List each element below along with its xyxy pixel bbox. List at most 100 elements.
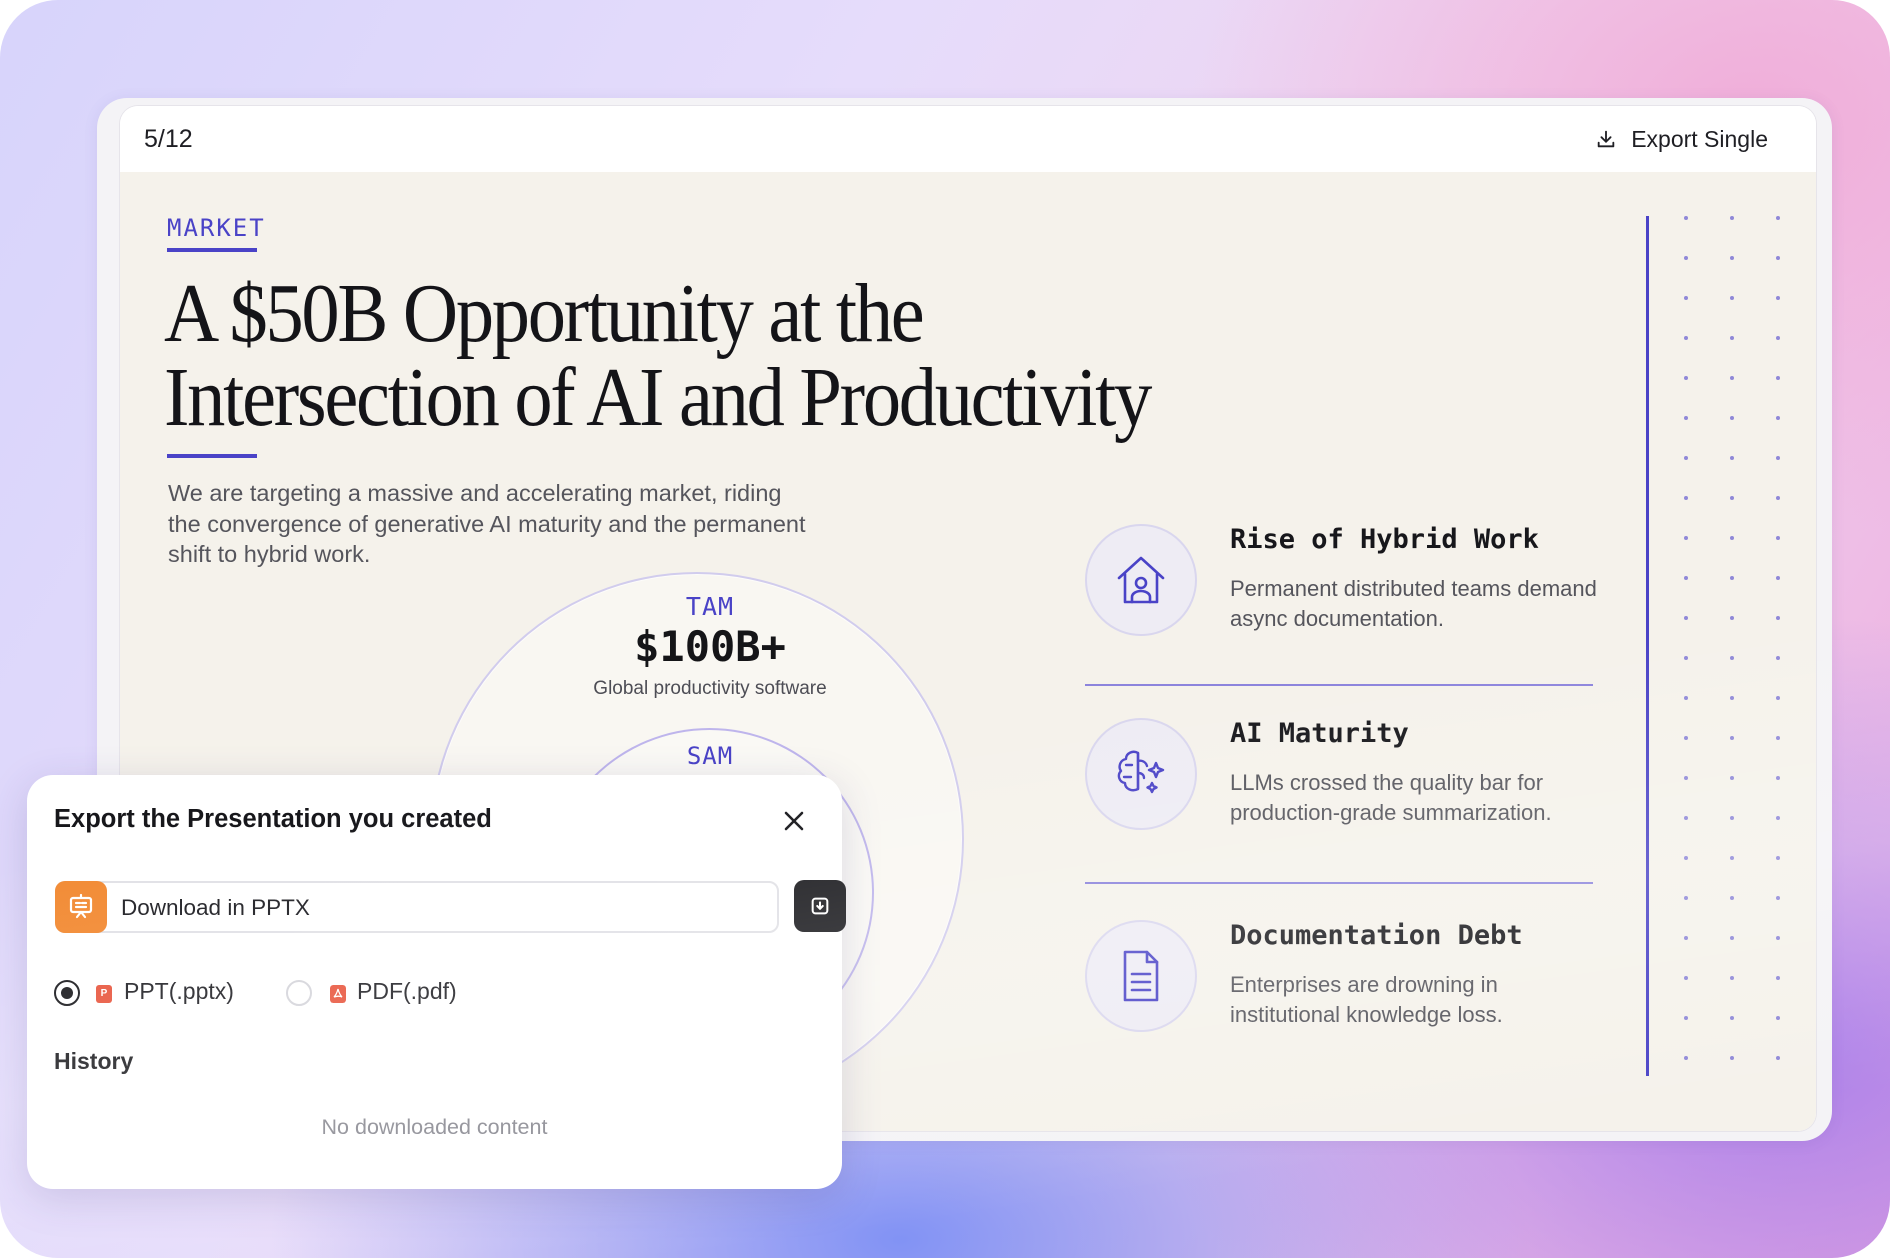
grid-dot [1776, 696, 1780, 700]
close-icon[interactable] [780, 807, 808, 835]
grid-dot [1730, 536, 1734, 540]
driver-title: Documentation Debt [1230, 920, 1523, 951]
grid-dot [1684, 696, 1688, 700]
grid-dot [1776, 1056, 1780, 1060]
download-icon [1597, 130, 1615, 148]
driver-description: Enterprises are drowning in institutiona… [1230, 972, 1503, 1027]
grid-dot [1730, 1016, 1734, 1020]
grid-dot [1684, 976, 1688, 980]
viewer-header: 5/12 Export Single [120, 106, 1816, 172]
grid-dot [1684, 376, 1688, 380]
grid-dot [1776, 736, 1780, 740]
dot-grid-decoration [1684, 216, 1780, 1060]
grid-dot [1730, 376, 1734, 380]
driver-hybrid-work: Rise of Hybrid Work Permanent distribute… [1085, 524, 1605, 654]
grid-dot [1684, 776, 1688, 780]
grid-dot [1776, 456, 1780, 460]
driver-title: Rise of Hybrid Work [1230, 524, 1539, 555]
grid-dot [1684, 896, 1688, 900]
grid-dot [1776, 896, 1780, 900]
grid-dot [1776, 296, 1780, 300]
grid-dot [1730, 336, 1734, 340]
history-empty-state: No downloaded content [321, 1115, 548, 1139]
grid-dot [1684, 816, 1688, 820]
eyebrow-underline [167, 248, 257, 252]
vertical-accent-rule [1646, 216, 1649, 1076]
driver-title: AI Maturity [1230, 718, 1409, 749]
presentation-badge-icon [55, 881, 107, 933]
history-title: History [54, 1048, 134, 1074]
download-button[interactable] [794, 880, 846, 932]
download-format-field[interactable]: Download in PPTX [55, 881, 779, 933]
dialog-title: Export the Presentation you created [54, 805, 492, 833]
pptx-file-icon: P [96, 985, 112, 1003]
home-user-icon [1085, 524, 1197, 636]
grid-dot [1776, 776, 1780, 780]
slide-eyebrow: MARKET [167, 214, 266, 242]
format-label-pdf: PDF(.pdf) [357, 978, 457, 1004]
grid-dot [1776, 256, 1780, 260]
grid-dot [1776, 1016, 1780, 1020]
grid-dot [1684, 256, 1688, 260]
driver-description: Permanent distributed teams demand async… [1230, 576, 1597, 631]
slide-lede: We are targeting a massive and accelerat… [168, 480, 806, 567]
grid-dot [1730, 616, 1734, 620]
grid-dot [1730, 576, 1734, 580]
grid-dot [1684, 336, 1688, 340]
grid-dot [1730, 936, 1734, 940]
grid-dot [1776, 496, 1780, 500]
grid-dot [1730, 256, 1734, 260]
grid-dot [1730, 496, 1734, 500]
tam-description: Global productivity software [593, 678, 827, 699]
grid-dot [1776, 576, 1780, 580]
grid-dot [1730, 1056, 1734, 1060]
grid-dot [1776, 816, 1780, 820]
grid-dot [1776, 976, 1780, 980]
grid-dot [1684, 656, 1688, 660]
grid-dot [1730, 216, 1734, 220]
grid-dot [1730, 976, 1734, 980]
grid-dot [1730, 776, 1734, 780]
grid-dot [1684, 576, 1688, 580]
desktop-background: 5/12 Export Single MARKET A $50B Opportu… [0, 0, 1890, 1258]
grid-dot [1684, 936, 1688, 940]
grid-dot [1776, 656, 1780, 660]
driver-documentation-debt: Documentation Debt Enterprises are drown… [1085, 920, 1605, 1050]
driver-divider [1085, 684, 1593, 686]
export-dialog: Export the Presentation you created Down… [27, 775, 846, 1189]
grid-dot [1684, 536, 1688, 540]
grid-dot [1684, 1016, 1688, 1020]
slide-title: A $50B Opportunity at the Intersection o… [164, 272, 1256, 440]
grid-dot [1730, 296, 1734, 300]
export-single-button[interactable]: Export Single [1595, 126, 1768, 153]
grid-dot [1730, 696, 1734, 700]
grid-dot [1684, 216, 1688, 220]
export-single-label: Export Single [1631, 125, 1768, 152]
grid-dot [1776, 216, 1780, 220]
grid-dot [1684, 496, 1688, 500]
grid-dot [1684, 856, 1688, 860]
tam-value: $100B+ [634, 622, 786, 671]
grid-dot [1730, 656, 1734, 660]
grid-dot [1684, 1056, 1688, 1060]
radio-pptx[interactable] [54, 980, 80, 1006]
title-underline [167, 454, 257, 458]
driver-divider [1085, 882, 1593, 884]
tam-label: TAM [685, 592, 735, 621]
pdf-file-icon [330, 985, 346, 1003]
slide-title-line-2: Intersection of AI and Productivity [164, 351, 1152, 444]
grid-dot [1684, 616, 1688, 620]
document-icon [1085, 920, 1197, 1032]
grid-dot [1776, 616, 1780, 620]
brain-sparkle-icon [1085, 718, 1197, 830]
download-label: Download in PPTX [121, 895, 310, 920]
grid-dot [1776, 336, 1780, 340]
page-counter: 5/12 [144, 124, 193, 153]
radio-pdf[interactable] [286, 980, 312, 1006]
grid-dot [1684, 456, 1688, 460]
driver-ai-maturity: AI Maturity LLMs crossed the quality bar… [1085, 718, 1605, 868]
grid-dot [1730, 736, 1734, 740]
grid-dot [1684, 296, 1688, 300]
grid-dot [1776, 376, 1780, 380]
grid-dot [1776, 536, 1780, 540]
